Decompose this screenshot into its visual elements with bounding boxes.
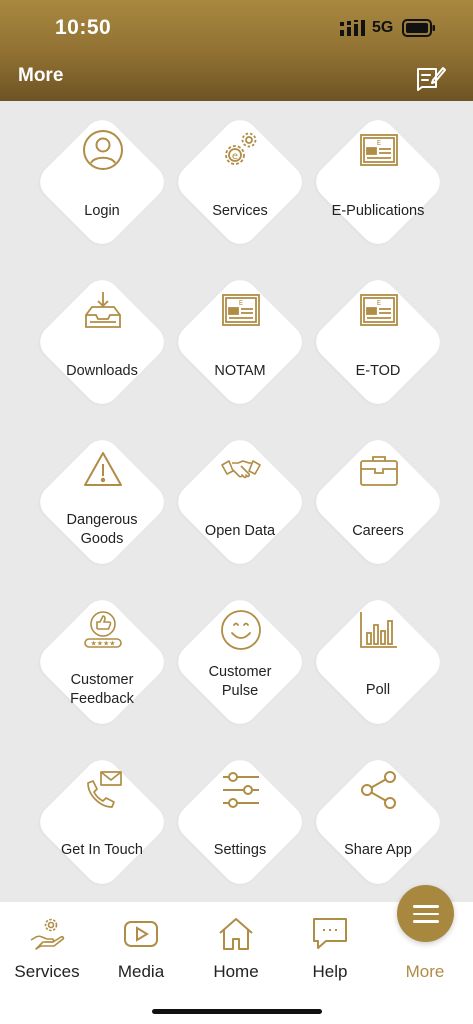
- briefcase-icon: [360, 456, 398, 486]
- play-icon: [124, 921, 158, 947]
- handshake-icon: [221, 460, 261, 479]
- chat-icon: [313, 918, 347, 949]
- tile-customer-feedback[interactable]: ★★★★ Customer Feedback: [32, 592, 172, 732]
- nav-label: Help: [312, 962, 348, 981]
- smiley-icon: [221, 610, 261, 650]
- tile-services[interactable]: e Services: [170, 112, 310, 252]
- tile-downloads[interactable]: Downloads: [32, 272, 172, 412]
- nav-home[interactable]: Home: [189, 902, 283, 992]
- tile-label: Poll: [365, 682, 391, 698]
- svg-text:E: E: [377, 299, 381, 307]
- status-time: 10:50: [55, 16, 112, 39]
- battery-icon: [402, 19, 435, 37]
- newspaper-icon: E: [222, 294, 260, 326]
- nav-label: Home: [213, 962, 259, 981]
- edit-note-icon[interactable]: [414, 62, 446, 92]
- phone-mail-icon: [87, 771, 122, 808]
- svg-text:★★★★: ★★★★: [90, 640, 115, 648]
- tile-notam[interactable]: E NOTAM: [170, 272, 310, 412]
- tile-e-tod[interactable]: E E-TOD: [308, 272, 448, 412]
- tile-label: Dangerous Goods: [66, 512, 138, 547]
- svg-text:E: E: [377, 139, 381, 147]
- tile-poll[interactable]: Poll: [308, 592, 448, 732]
- user-icon: [83, 130, 123, 170]
- nav-help[interactable]: Help: [283, 902, 377, 992]
- network-label: 5G: [372, 19, 394, 36]
- page-title: More: [18, 65, 64, 86]
- tile-label: E-TOD: [355, 363, 401, 379]
- tile-e-publications[interactable]: E E-Publications: [308, 112, 448, 252]
- tile-share-app[interactable]: Share App: [308, 752, 448, 892]
- tile-login[interactable]: Login: [32, 112, 172, 252]
- download-tray-icon: [85, 292, 121, 328]
- share-icon: [361, 771, 396, 809]
- home-indicator: [152, 1009, 322, 1014]
- svg-text:e: e: [232, 151, 238, 162]
- tile-label: Login: [84, 203, 120, 219]
- signal-icon: [340, 20, 365, 36]
- svg-text:E: E: [239, 299, 243, 307]
- nav-services[interactable]: Services: [0, 902, 94, 992]
- tile-settings[interactable]: Settings: [170, 752, 310, 892]
- sliders-icon: [223, 772, 259, 808]
- app-header: 10:50 5G More: [0, 0, 473, 101]
- newspaper-icon: E: [360, 134, 398, 166]
- tile-label: Open Data: [204, 523, 276, 539]
- nav-label: Services: [14, 962, 80, 981]
- nav-label: Media: [117, 962, 165, 981]
- bar-chart-icon: [360, 612, 397, 648]
- tile-label: Careers: [352, 523, 404, 539]
- nav-media[interactable]: Media: [94, 902, 188, 992]
- tile-label: Customer Feedback: [70, 672, 134, 707]
- tile-customer-pulse[interactable]: Customer Pulse: [170, 592, 310, 732]
- more-grid: Login e Services E E-Publications Downlo…: [0, 101, 473, 902]
- newspaper-icon: E: [360, 294, 398, 326]
- tile-get-in-touch[interactable]: Get In Touch: [32, 752, 172, 892]
- nav-label: More: [405, 962, 445, 981]
- tile-careers[interactable]: Careers: [308, 432, 448, 572]
- tile-open-data[interactable]: Open Data: [170, 432, 310, 572]
- tile-label: Services: [212, 203, 268, 219]
- tile-label: E-Publications: [331, 203, 425, 219]
- tile-label: Get In Touch: [61, 842, 143, 858]
- tile-dangerous-goods[interactable]: Dangerous Goods: [32, 432, 172, 572]
- tile-label: Share App: [344, 842, 412, 858]
- tile-label: NOTAM: [214, 363, 266, 379]
- hand-gear-icon: [30, 918, 65, 950]
- tile-label: Downloads: [66, 363, 138, 379]
- warning-icon: [84, 452, 122, 486]
- home-icon: [219, 918, 253, 950]
- tile-label: Settings: [213, 842, 267, 858]
- menu-icon[interactable]: [397, 885, 454, 942]
- tile-label: Customer Pulse: [208, 664, 272, 699]
- thumbs-up-rating-icon: ★★★★: [84, 611, 122, 648]
- status-bar: 10:50 5G: [0, 0, 473, 56]
- gears-icon: e: [225, 132, 257, 165]
